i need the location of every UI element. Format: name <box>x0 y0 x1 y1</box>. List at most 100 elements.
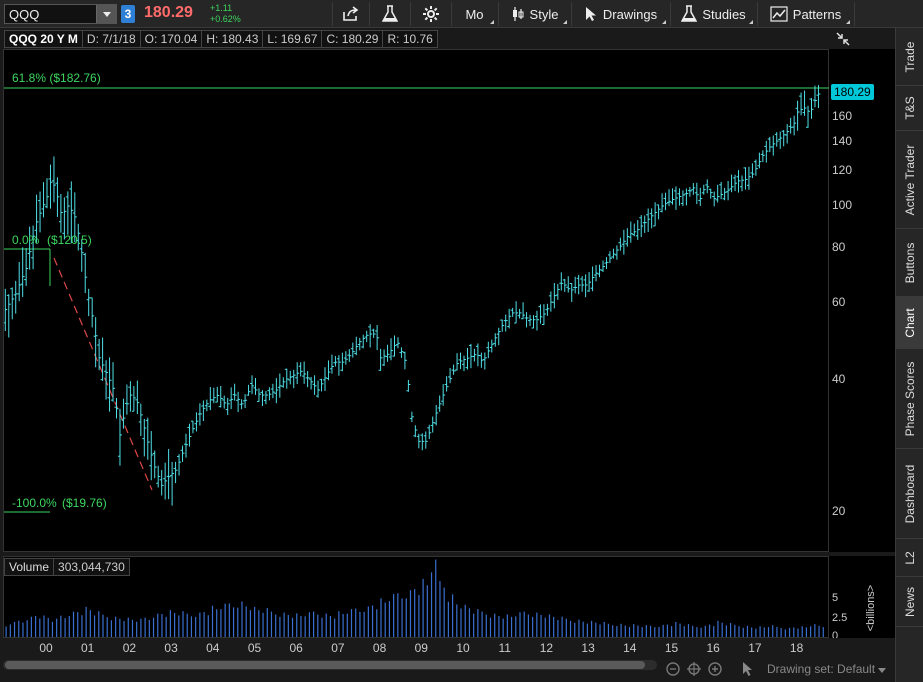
volume-bar <box>763 627 765 637</box>
price-bar <box>312 375 317 395</box>
price-bar <box>409 411 414 423</box>
sidebar-tab-label: Buttons <box>903 242 917 283</box>
price-chart-svg[interactable] <box>4 50 830 553</box>
volume-bar <box>772 625 774 637</box>
gear-icon <box>422 6 439 22</box>
sidebar-tab-l2[interactable]: L2 <box>896 539 923 577</box>
price-bar <box>726 181 731 201</box>
sidebar-tab-chart[interactable]: Chart <box>896 297 923 349</box>
price-bar <box>402 351 407 370</box>
price-bar <box>197 403 202 426</box>
symbol-selector[interactable] <box>4 4 117 24</box>
drawing-cursor-icon[interactable] <box>740 661 756 677</box>
volume-bar <box>675 621 677 637</box>
price-bar <box>614 245 619 260</box>
share-button[interactable] <box>332 2 368 26</box>
price-bar <box>124 384 129 415</box>
volume-bar <box>540 614 542 637</box>
sidebar-tab-news[interactable]: News <box>896 577 923 627</box>
price-axis[interactable]: 180.29 20 40 60 80 100 120 140 160 <box>829 32 895 552</box>
volume-bar <box>603 621 605 637</box>
volume-axis[interactable]: 5 2.5 0 <box>829 556 895 638</box>
volume-bar <box>671 626 673 637</box>
volume-bar <box>380 598 382 637</box>
volume-bar <box>228 603 230 637</box>
toolbar-blank-button[interactable] <box>854 2 895 26</box>
studies-menu-button[interactable]: Studies <box>670 2 756 26</box>
aggregation-button[interactable]: Mo <box>451 2 497 26</box>
price-bar <box>510 307 515 317</box>
volume-bar <box>245 606 247 637</box>
volume-bar <box>759 626 761 637</box>
price-bar <box>121 398 126 429</box>
volume-bar <box>321 617 323 637</box>
volume-bar <box>767 627 770 637</box>
price-bar <box>302 361 307 384</box>
price-bar <box>552 283 557 309</box>
drawing-set-selector[interactable]: Drawing set: Default <box>767 662 875 676</box>
volume-bar <box>422 578 424 637</box>
time-scrollbar[interactable] <box>3 660 657 670</box>
volume-bar <box>717 620 719 637</box>
time-axis-label: 18 <box>789 641 804 655</box>
price-bar <box>225 397 230 415</box>
style-menu-button[interactable]: Style <box>498 2 570 26</box>
collapse-arrows-icon[interactable] <box>835 31 851 47</box>
sidebar-tab-active-trader[interactable]: Active Trader <box>896 131 923 229</box>
volume-bar <box>620 623 622 637</box>
corner-arrow-icon <box>749 20 753 24</box>
volume-bar <box>506 614 508 637</box>
link-group-badge[interactable]: 3 <box>121 5 135 23</box>
volume-bar <box>397 593 399 637</box>
symbol-dropdown-button[interactable] <box>96 5 116 23</box>
price-bar <box>646 208 651 233</box>
volume-bar <box>5 626 7 637</box>
chart-settings-button[interactable] <box>410 2 450 26</box>
price-bar <box>691 183 696 195</box>
volume-bar <box>388 601 391 637</box>
price-chart-panel[interactable]: 61.8% ($182.76) 0.0% ($120.5) -100.0% ($… <box>3 49 830 553</box>
price-bar <box>472 348 477 362</box>
volume-bar <box>721 622 723 637</box>
price-bar <box>785 124 790 144</box>
sidebar-tab-trade[interactable]: Trade <box>896 28 923 86</box>
volume-bar <box>654 627 656 637</box>
chevron-down-icon[interactable] <box>878 668 886 673</box>
price-bar <box>319 378 324 392</box>
sidebar-tab-dashboard[interactable]: Dashboard <box>896 449 923 539</box>
price-bar <box>500 319 505 332</box>
volume-bar <box>56 618 58 637</box>
crosshair-icon[interactable] <box>686 661 702 677</box>
price-bar <box>350 342 355 358</box>
zoom-out-icon[interactable] <box>665 661 681 677</box>
volume-bar <box>451 594 454 637</box>
price-bar <box>531 315 536 329</box>
scrollbar-thumb[interactable] <box>5 661 645 669</box>
sidebar-tab-time-and-sales[interactable]: T&S <box>896 86 923 131</box>
symbol-input[interactable] <box>9 6 97 22</box>
fib-label-zero-pct: 0.0% <box>12 233 40 247</box>
volume-bar <box>342 614 344 637</box>
price-bar <box>482 352 487 370</box>
price-bar <box>270 383 275 399</box>
price-bar <box>277 373 282 398</box>
price-bar <box>361 334 366 349</box>
price-tick-label: 80 <box>832 240 846 255</box>
zoom-in-icon[interactable] <box>707 661 723 677</box>
volume-bar <box>599 624 601 637</box>
price-bar <box>475 343 480 367</box>
fibonacci-lines[interactable] <box>4 87 830 513</box>
volume-bar <box>346 613 348 637</box>
price-bar <box>673 186 678 210</box>
patterns-menu-button[interactable]: Patterns <box>757 2 853 26</box>
volume-bar <box>18 620 20 637</box>
time-axis-label: 00 <box>39 641 53 655</box>
volume-bar <box>355 608 357 637</box>
sidebar-tab-buttons[interactable]: Buttons <box>896 229 923 297</box>
drawings-menu-button[interactable]: Drawings <box>571 2 669 26</box>
sidebar-tab-phase-scores[interactable]: Phase Scores <box>896 349 923 449</box>
time-axis[interactable]: 00 01 02 03 04 05 06 07 08 09 10 11 12 13 14 15 16 17 18 <box>3 638 829 658</box>
price-bar <box>329 354 334 374</box>
flexible-grid-button[interactable] <box>369 2 409 26</box>
price-bar <box>771 135 776 156</box>
